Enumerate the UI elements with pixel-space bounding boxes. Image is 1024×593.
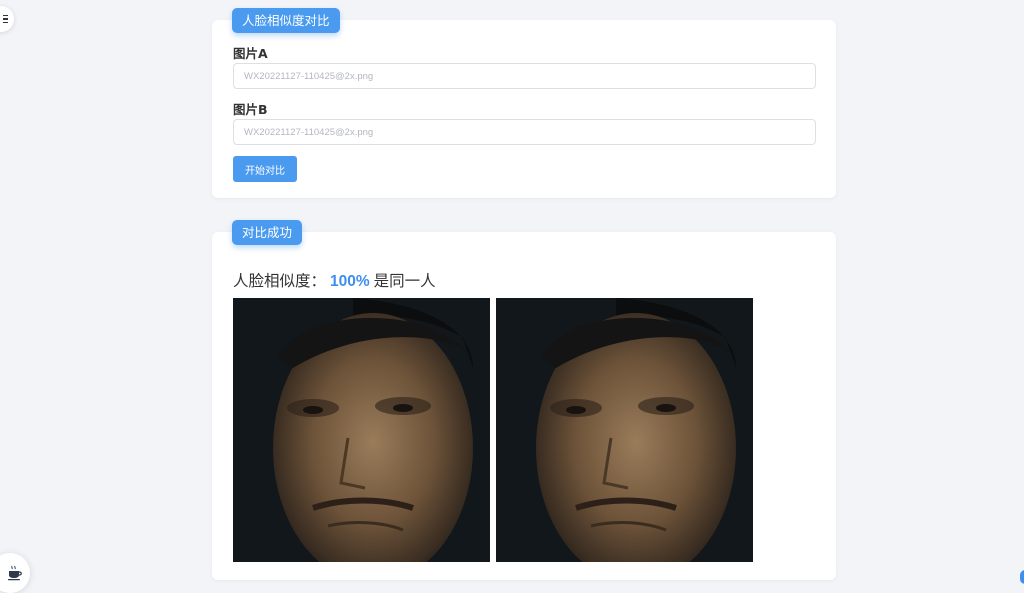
- verdict-text: 是同一人: [373, 272, 436, 290]
- face-image-a: [233, 298, 490, 562]
- similarity-label: 人脸相似度：: [233, 272, 327, 290]
- image-a-placeholder: WX20221127-110425@2x.png: [244, 70, 374, 82]
- image-b-label: 图片B: [233, 102, 268, 117]
- face-compare-form-card: 人脸相似度对比 图片A WX20221127-110425@2x.png 图片B…: [212, 8, 836, 198]
- coffee-button[interactable]: [0, 553, 30, 593]
- menu-button[interactable]: [0, 6, 14, 32]
- similarity-value: 100%: [330, 273, 370, 290]
- side-handle[interactable]: [1020, 570, 1024, 584]
- image-b-placeholder: WX20221127-110425@2x.png: [244, 126, 374, 138]
- start-compare-button[interactable]: 开始对比: [233, 156, 297, 182]
- coffee-icon: [8, 565, 22, 581]
- menu-icon: [3, 14, 8, 25]
- face-image-b: [496, 298, 753, 562]
- similarity-result: 人脸相似度： 100% 是同一人: [233, 269, 436, 291]
- result-card-tag: 对比成功: [232, 220, 303, 245]
- image-a-input[interactable]: WX20221127-110425@2x.png: [233, 63, 816, 89]
- image-b-input[interactable]: WX20221127-110425@2x.png: [233, 119, 816, 145]
- form-card-tag: 人脸相似度对比: [232, 8, 340, 33]
- image-a-label: 图片A: [233, 46, 268, 61]
- compare-result-card: 对比成功 人脸相似度： 100% 是同一人: [212, 220, 836, 580]
